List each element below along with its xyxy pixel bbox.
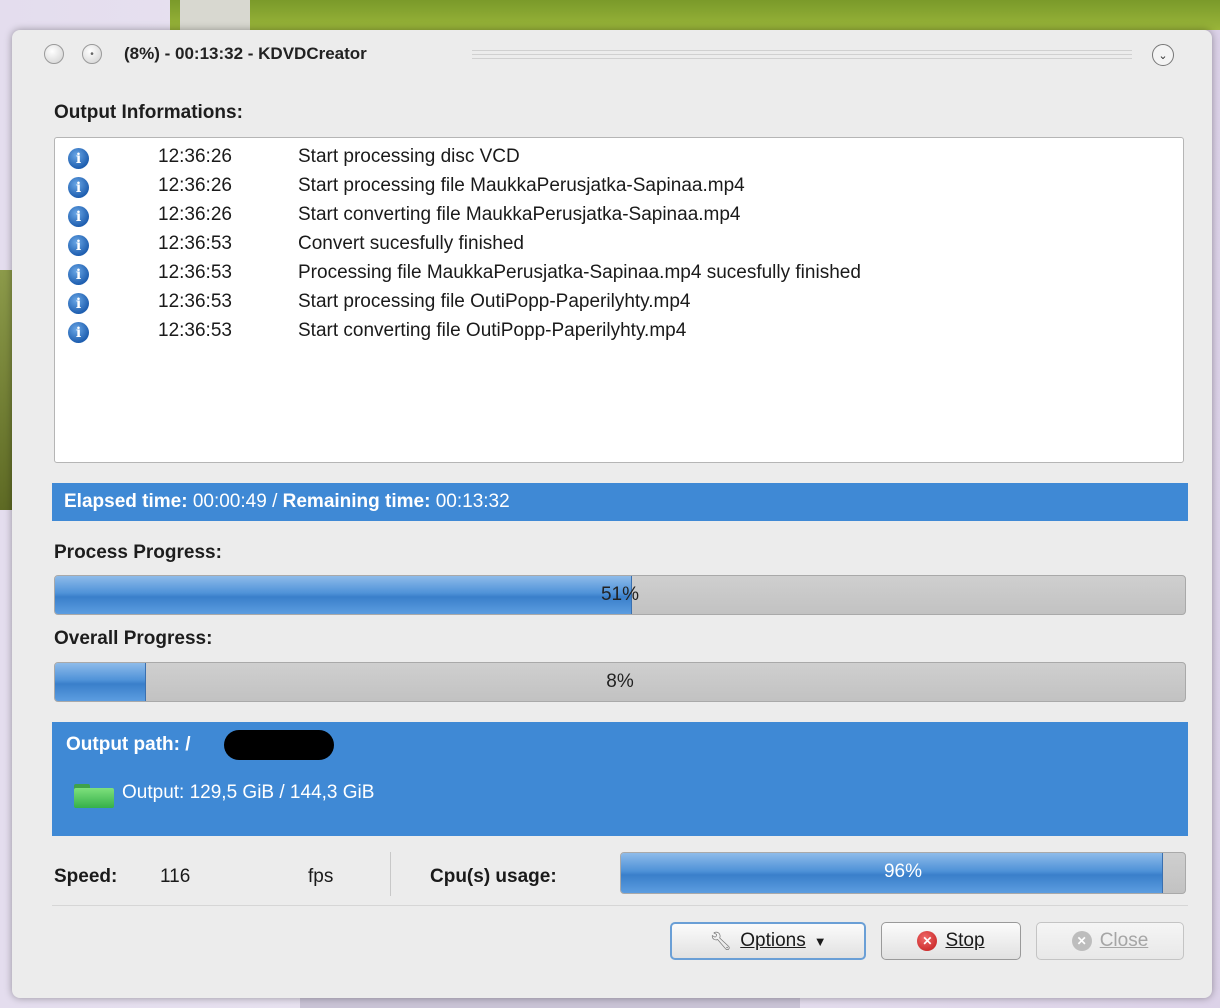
close-button[interactable]: ✕ Close xyxy=(1036,922,1184,960)
log-row[interactable]: i 12:36:53 Convert sucesfully finished xyxy=(55,231,1183,260)
log-message: Convert sucesfully finished xyxy=(298,233,524,254)
log-message: Start processing file OutiPopp-Paperilyh… xyxy=(298,291,691,312)
info-icon: i xyxy=(68,322,89,343)
overall-progress-text: 8% xyxy=(606,671,634,692)
speed-label: Speed: xyxy=(54,866,118,887)
desktop-panel-strip xyxy=(180,0,250,30)
log-time: 12:36:26 xyxy=(158,175,232,196)
speed-value: 116 xyxy=(160,866,191,887)
log-row[interactable]: i 12:36:53 Start processing file OutiPopp-… xyxy=(55,289,1183,318)
output-info-heading: Output Informations: xyxy=(54,102,243,123)
close-button-label: Close xyxy=(1099,930,1149,951)
cpu-usage-bar: 96% xyxy=(620,852,1186,894)
cpu-usage-label: Cpu(s) usage: xyxy=(430,866,557,887)
desktop-background-top xyxy=(170,0,1220,30)
stats-separator xyxy=(390,852,391,896)
log-message: Start converting file MaukkaPerusjatka-S… xyxy=(298,204,741,225)
output-disk-usage: Output: 129,5 GiB / 144,3 GiB xyxy=(122,782,375,803)
redacted-path xyxy=(224,730,334,760)
info-icon: i xyxy=(68,148,89,169)
log-row[interactable]: i 12:36:26 Start processing disc VCD xyxy=(55,144,1183,173)
stop-button[interactable]: ✕ Stop xyxy=(881,922,1021,960)
output-path-label: Output path: / xyxy=(66,734,191,755)
chevron-down-icon[interactable]: ⌄ xyxy=(1152,44,1174,66)
info-icon: i xyxy=(68,235,89,256)
stop-button-label: Stop xyxy=(945,930,985,951)
title-bar-decoration xyxy=(472,50,1132,62)
button-row-divider xyxy=(52,905,1188,906)
options-button[interactable]: 🔧︎ Options ▼ xyxy=(670,922,866,960)
kdvdcreator-progress-window: • (8%) - 00:13:32 - KDVDCreator ⌄ Output… xyxy=(12,30,1212,998)
log-row[interactable]: i 12:36:53 Start converting file OutiPopp-… xyxy=(55,318,1183,347)
overall-progress-bar: 8% xyxy=(54,662,1186,702)
info-icon: i xyxy=(68,293,89,314)
stop-icon: ✕ xyxy=(917,931,938,951)
info-icon: i xyxy=(68,264,89,285)
log-time: 12:36:53 xyxy=(158,233,232,254)
log-time: 12:36:53 xyxy=(158,291,232,312)
log-time: 12:36:26 xyxy=(158,146,232,167)
folder-icon xyxy=(74,784,114,808)
info-icon: i xyxy=(68,177,89,198)
remaining-time-value: 00:13:32 xyxy=(435,491,510,512)
window-menu-icon[interactable] xyxy=(44,44,64,64)
log-row[interactable]: i 12:36:53 Processing file MaukkaPerusjatk… xyxy=(55,260,1183,289)
log-time: 12:36:53 xyxy=(158,320,232,341)
log-message: Start processing file MaukkaPerusjatka-S… xyxy=(298,175,745,196)
log-message: Processing file MaukkaPerusjatka-Sapinaa… xyxy=(298,262,861,283)
log-row[interactable]: i 12:36:26 Start processing file MaukkaPer… xyxy=(55,173,1183,202)
log-row[interactable]: i 12:36:26 Start converting file MaukkaPer… xyxy=(55,202,1183,231)
chevron-down-icon: ▼ xyxy=(813,933,827,949)
output-panel: Output path: / Output: 129,5 GiB / 144,3… xyxy=(52,722,1188,836)
overall-progress-label: Overall Progress: xyxy=(54,628,213,649)
process-progress-text: 51% xyxy=(600,584,640,605)
speed-unit: fps xyxy=(308,866,334,887)
remaining-time-label: Remaining time: xyxy=(282,491,431,512)
minimize-icon[interactable]: • xyxy=(82,44,102,64)
log-time: 12:36:26 xyxy=(158,204,232,225)
log-time: 12:36:53 xyxy=(158,262,232,283)
window-title: (8%) - 00:13:32 - KDVDCreator xyxy=(124,44,367,63)
time-status-bar: Elapsed time: 00:00:49 / Remaining time:… xyxy=(52,483,1188,521)
cpu-usage-text: 96% xyxy=(883,861,923,882)
title-bar[interactable]: • (8%) - 00:13:32 - KDVDCreator ⌄ xyxy=(12,30,1212,80)
process-progress-bar: 51% xyxy=(54,575,1186,615)
log-message: Start processing disc VCD xyxy=(298,146,520,167)
log-message: Start converting file OutiPopp-Paperilyh… xyxy=(298,320,687,341)
options-button-label: Options xyxy=(740,930,806,951)
process-progress-label: Process Progress: xyxy=(54,542,222,563)
elapsed-time-label: Elapsed time: xyxy=(64,491,188,512)
close-icon: ✕ xyxy=(1071,931,1092,951)
info-icon: i xyxy=(68,206,89,227)
wrench-icon: 🔧︎ xyxy=(709,930,733,951)
time-separator: / xyxy=(272,491,278,512)
output-log-list[interactable]: i 12:36:26 Start processing disc VCD i 12:36… xyxy=(54,137,1184,463)
elapsed-time-value: 00:00:49 xyxy=(192,491,267,512)
